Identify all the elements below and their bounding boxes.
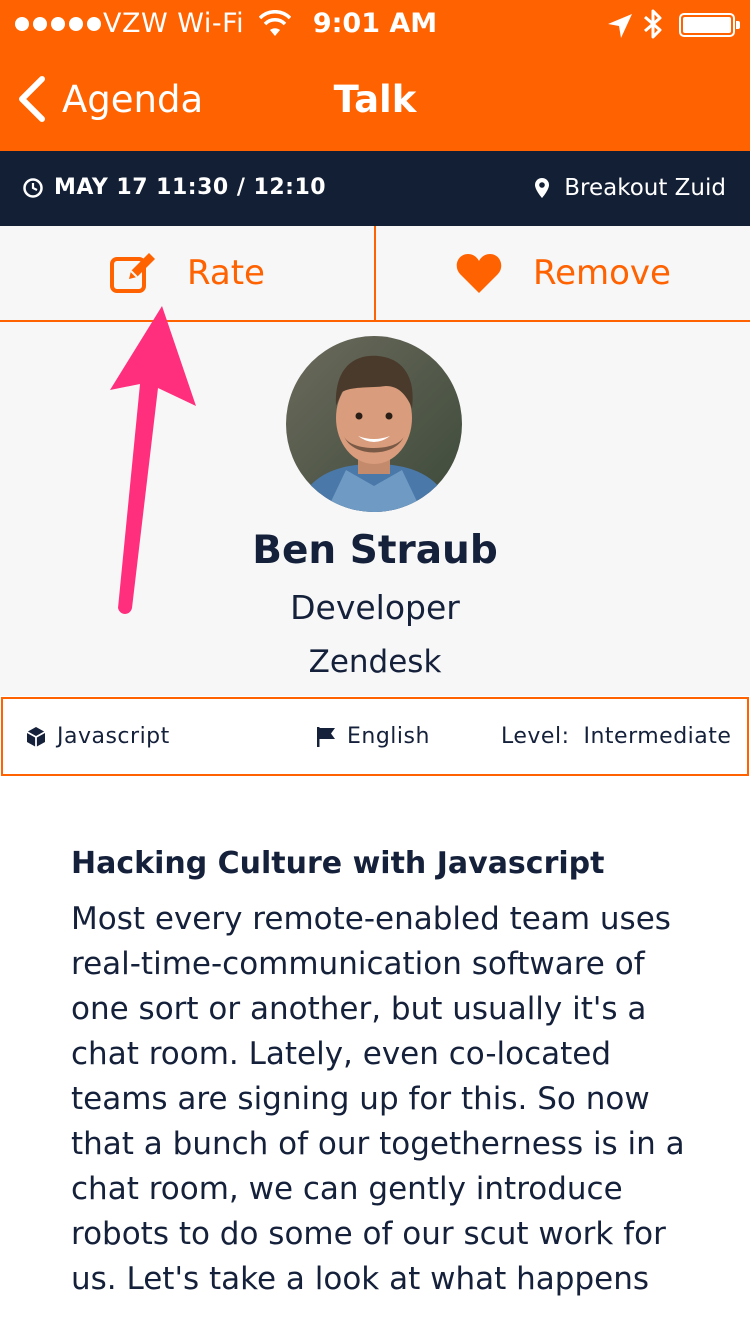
location-arrow-icon: [608, 14, 632, 38]
speaker-avatar[interactable]: [286, 336, 462, 512]
talk-title: Hacking Culture with Javascript: [71, 846, 605, 881]
status-bar: VZW Wi-Fi 9:01 AM: [0, 0, 750, 50]
clock-icon: [23, 177, 43, 198]
header: VZW Wi-Fi 9:01 AM Agenda Talk: [0, 0, 750, 151]
speaker-section: Ben Straub Developer Zendesk: [0, 322, 750, 696]
battery-icon: [679, 13, 740, 37]
action-row: Rate Remove: [0, 226, 750, 322]
track-tag: Javascript: [25, 724, 170, 749]
speaker-role: Developer: [290, 588, 460, 627]
session-time: MAY 17 11:30 / 12:10: [22, 175, 326, 200]
speaker-company: Zendesk: [308, 644, 442, 680]
rate-button[interactable]: Rate: [0, 226, 376, 320]
navigation-bar: Agenda Talk: [0, 50, 750, 151]
talk-description-section: Hacking Culture with Javascript Most eve…: [71, 846, 691, 1302]
bluetooth-icon: [644, 9, 662, 39]
status-time: 9:01 AM: [312, 8, 438, 39]
level-tag: Level: Intermediate: [501, 724, 731, 749]
rate-label: Rate: [187, 253, 265, 293]
heart-icon: [456, 254, 502, 293]
location-pin-icon: [535, 178, 550, 198]
language-tag: English: [315, 724, 430, 749]
remove-label: Remove: [533, 253, 671, 293]
remove-button[interactable]: Remove: [376, 226, 750, 320]
level-label: Level:: [501, 724, 570, 749]
talk-description: Most every remote-enabled team uses real…: [71, 901, 685, 1297]
session-room: Breakout Zuid: [564, 175, 726, 201]
speaker-name: Ben Straub: [252, 528, 498, 573]
level-value: Intermediate: [583, 724, 732, 749]
talk-meta-row: Javascript English Level: Intermediate: [1, 697, 749, 776]
edit-icon: [110, 253, 156, 293]
session-location: Breakout Zuid: [534, 175, 726, 201]
track-label: Javascript: [57, 724, 170, 749]
language-label: English: [347, 724, 430, 749]
session-datetime: MAY 17 11:30 / 12:10: [54, 175, 327, 200]
cube-icon: [26, 726, 46, 747]
page-title: Talk: [333, 78, 417, 121]
flag-icon: [317, 726, 335, 747]
session-info-bar: MAY 17 11:30 / 12:10 Breakout Zuid: [0, 151, 750, 226]
